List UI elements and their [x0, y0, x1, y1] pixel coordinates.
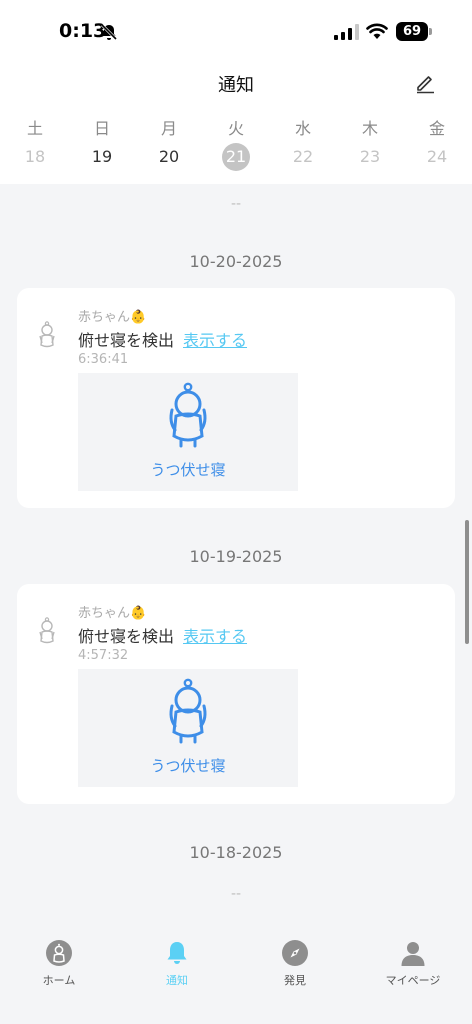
view-link[interactable]: 表示する: [183, 623, 247, 647]
baby-avatar-icon: [39, 321, 55, 348]
status-bar: 0:13 69: [0, 0, 472, 62]
page-title: 通知: [218, 75, 254, 96]
bell-muted-icon: [100, 23, 118, 41]
calendar-day[interactable]: 22: [283, 147, 323, 166]
battery-level: 69: [396, 22, 428, 41]
notification-time: 6:36:41: [78, 352, 129, 367]
weekday-label: 木: [361, 119, 378, 138]
tab-label: ホーム: [42, 974, 76, 987]
sender-label: 赤ちゃん👶: [78, 606, 147, 621]
calendar-day[interactable]: 20: [149, 147, 189, 166]
weekday-label: 水: [294, 119, 311, 138]
thumbnail-caption: うつ伏せ寝: [150, 461, 226, 479]
calendar-day[interactable]: 24: [417, 147, 457, 166]
weekday-label: 月: [160, 119, 177, 138]
tab-bar: ホーム 通知 発見 マイページ: [0, 930, 472, 1024]
tab-label: 通知: [166, 974, 188, 987]
tab-label: 発見: [284, 974, 306, 987]
weekday-label: 金: [428, 119, 445, 138]
tab-notifications[interactable]: 通知: [118, 930, 236, 1000]
calendar-day-today[interactable]: 21: [216, 147, 256, 166]
calendar-day[interactable]: 18: [15, 147, 55, 166]
person-icon: [401, 942, 425, 966]
notification-card[interactable]: 赤ちゃん👶 俯せ寝を検出 表示する 6:36:41 うつ伏せ寝: [17, 288, 455, 508]
prone-sleep-icon: [169, 678, 207, 744]
thumbnail-caption: うつ伏せ寝: [150, 757, 226, 775]
notification-message: 俯せ寝を検出: [78, 627, 175, 646]
sender-label: 赤ちゃん👶: [78, 310, 147, 325]
cellular-signal-icon: [334, 24, 359, 40]
weekday-label: 日: [93, 119, 110, 138]
baby-avatar-icon: [39, 617, 55, 644]
date-header: 10-18-2025: [189, 843, 283, 862]
snapshot-thumbnail[interactable]: うつ伏せ寝: [78, 373, 298, 491]
header-area: 0:13 69 通知 土 日 月 火 水 木 金 18 19 20 21 22 …: [0, 0, 472, 184]
tab-mypage[interactable]: マイページ: [354, 930, 472, 1000]
tab-label: マイページ: [385, 974, 441, 987]
calendar-day[interactable]: 23: [350, 147, 390, 166]
date-header: 10-20-2025: [189, 252, 283, 271]
notification-message: 俯せ寝を検出: [78, 331, 175, 350]
notification-time: 4:57:32: [78, 648, 129, 663]
compass-icon: [282, 940, 308, 966]
wifi-icon: [366, 23, 388, 39]
scrollbar[interactable]: [465, 520, 469, 644]
calendar-day[interactable]: 19: [82, 147, 122, 166]
tab-discover[interactable]: 発見: [236, 930, 354, 1000]
load-more-indicator: --: [230, 886, 242, 902]
date-header: 10-19-2025: [189, 547, 283, 566]
snapshot-thumbnail[interactable]: うつ伏せ寝: [78, 669, 298, 787]
edit-icon[interactable]: [414, 72, 436, 94]
tab-home[interactable]: ホーム: [0, 930, 118, 1000]
home-baby-icon: [46, 940, 72, 966]
bell-icon: [167, 942, 187, 964]
weekday-label: 火: [227, 119, 244, 138]
prone-sleep-icon: [169, 382, 207, 448]
battery-icon: 69: [396, 22, 432, 41]
weekday-label: 土: [26, 119, 43, 138]
view-link[interactable]: 表示する: [183, 327, 247, 351]
notification-card[interactable]: 赤ちゃん👶 俯せ寝を検出 表示する 4:57:32 うつ伏せ寝: [17, 584, 455, 804]
load-more-indicator: --: [230, 196, 242, 212]
